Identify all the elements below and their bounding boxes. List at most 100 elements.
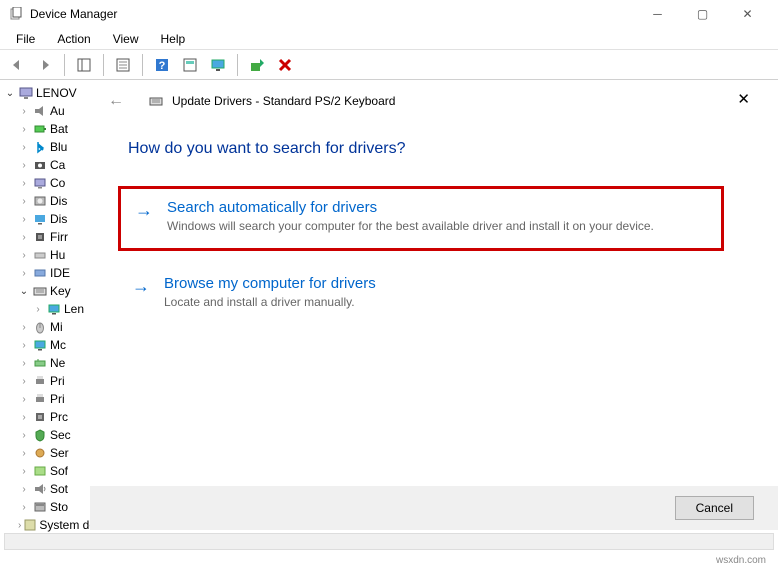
option-browse-computer[interactable]: → Browse my computer for drivers Locate … (118, 265, 724, 324)
chevron-icon[interactable]: › (18, 394, 30, 405)
tree-item[interactable]: ›Sec (4, 426, 90, 444)
option-title: Browse my computer for drivers (164, 275, 710, 292)
chevron-icon[interactable]: › (18, 106, 30, 117)
chevron-icon[interactable]: › (18, 484, 30, 495)
tree-item-label: Co (50, 176, 65, 190)
tree-item[interactable]: › Co (4, 174, 90, 192)
tree-item[interactable]: ›Sof (4, 462, 90, 480)
monitor-icon[interactable] (207, 54, 229, 76)
chevron-down-icon[interactable]: ⌄ (4, 88, 16, 99)
security-icon (32, 427, 48, 443)
forward-icon[interactable] (34, 54, 56, 76)
tree-item-label: Pri (50, 374, 65, 388)
menu-file[interactable]: File (6, 30, 45, 48)
tree-item[interactable]: › Len (4, 300, 90, 318)
option-title: Search automatically for drivers (167, 199, 707, 216)
chevron-icon[interactable]: › (18, 232, 30, 243)
chevron-icon[interactable]: › (18, 178, 30, 189)
battery-icon (32, 121, 48, 137)
tree-item[interactable]: › Pri (4, 372, 90, 390)
tree-item[interactable]: ›Dis (4, 192, 90, 210)
arrow-right-icon: → (132, 275, 150, 310)
tree-item-label: Mc (50, 338, 66, 352)
tree-item[interactable]: ›Ca (4, 156, 90, 174)
device-tree[interactable]: ⌄ LENOV ›Au›Bat›Blu›Ca›Co›Dis›Dis›Firr›H… (0, 80, 90, 548)
tree-item-label: Blu (50, 140, 67, 154)
tree-item-label: Mi (50, 320, 63, 334)
tree-item[interactable]: ›Prc (4, 408, 90, 426)
tree-item[interactable]: › Pri (4, 390, 90, 408)
chevron-icon[interactable]: › (18, 412, 30, 423)
dialog-question: How do you want to search for drivers? (128, 140, 738, 158)
tree-item-label: Au (50, 104, 65, 118)
tree-item-label: Key (50, 284, 71, 298)
chevron-icon[interactable]: › (18, 376, 30, 387)
chevron-icon[interactable]: › (18, 250, 30, 261)
chevron-icon[interactable]: › (18, 502, 30, 513)
option-desc: Windows will search your computer for th… (167, 218, 707, 234)
tree-item[interactable]: ›Sot (4, 480, 90, 498)
tree-item[interactable]: › Hu (4, 246, 90, 264)
system-icon (23, 517, 37, 533)
properties-icon[interactable] (112, 54, 134, 76)
tree-item-label: Pri (50, 392, 65, 406)
chevron-icon[interactable]: › (18, 124, 30, 135)
window-title: Device Manager (30, 7, 117, 21)
enable-icon[interactable] (246, 54, 268, 76)
cancel-button[interactable]: Cancel (675, 496, 754, 520)
chevron-right-icon[interactable]: › (18, 520, 21, 531)
tree-item[interactable]: ›Ser (4, 444, 90, 462)
tree-item[interactable]: ⌄ Key (4, 282, 90, 300)
horizontal-scrollbar[interactable] (4, 533, 774, 550)
tree-item[interactable]: › Au (4, 102, 90, 120)
chevron-icon[interactable]: › (32, 304, 44, 315)
tree-item[interactable]: › Mc (4, 336, 90, 354)
tree-item[interactable]: › Mi (4, 318, 90, 336)
chevron-icon[interactable]: › (18, 160, 30, 171)
close-button[interactable]: ✕ (725, 0, 770, 28)
option-desc: Locate and install a driver manually. (164, 294, 710, 310)
chevron-icon[interactable]: › (18, 466, 30, 477)
menu-action[interactable]: Action (47, 30, 100, 48)
tree-item-label: Hu (50, 248, 65, 262)
dialog-close-button[interactable]: ✕ (737, 90, 750, 108)
tree-item-label: IDE (50, 266, 70, 280)
tree-item[interactable]: › Dis (4, 210, 90, 228)
tree-item[interactable]: › System devices (4, 516, 90, 534)
tree-item-label: Len (64, 302, 84, 316)
chevron-icon[interactable]: › (18, 142, 30, 153)
hid-icon (32, 247, 48, 263)
back-icon[interactable] (6, 54, 28, 76)
uninstall-icon[interactable] (274, 54, 296, 76)
tree-root[interactable]: ⌄ LENOV (4, 84, 90, 102)
menu-help[interactable]: Help (151, 30, 196, 48)
help-icon[interactable]: ? (151, 54, 173, 76)
dialog-back-button[interactable]: ← (108, 92, 124, 110)
menu-view[interactable]: View (103, 30, 149, 48)
monitor-icon (32, 337, 48, 353)
tree-item[interactable]: ›Bat (4, 120, 90, 138)
show-hide-icon[interactable] (73, 54, 95, 76)
tree-item[interactable]: › Ne (4, 354, 90, 372)
chevron-icon[interactable]: › (18, 268, 30, 279)
menubar: File Action View Help (0, 28, 778, 50)
tree-item[interactable]: › Blu (4, 138, 90, 156)
maximize-button[interactable]: ▢ (680, 0, 725, 28)
chevron-icon[interactable]: › (18, 358, 30, 369)
tree-item[interactable]: ›Firr (4, 228, 90, 246)
chevron-icon[interactable]: › (18, 322, 30, 333)
minimize-button[interactable]: ─ (635, 0, 680, 28)
tree-item-label: Dis (50, 212, 67, 226)
chevron-icon[interactable]: › (18, 340, 30, 351)
chevron-icon[interactable]: ⌄ (18, 286, 30, 297)
option-search-automatically[interactable]: → Search automatically for drivers Windo… (118, 186, 724, 251)
chevron-icon[interactable]: › (18, 430, 30, 441)
chevron-icon[interactable]: › (18, 214, 30, 225)
tree-item-label: Ne (50, 356, 65, 370)
chevron-icon[interactable]: › (18, 196, 30, 207)
tree-item[interactable]: › IDE (4, 264, 90, 282)
tree-item[interactable]: ›Sto (4, 498, 90, 516)
watermark: wsxdn.com (716, 555, 766, 566)
chevron-icon[interactable]: › (18, 448, 30, 459)
scan-icon[interactable] (179, 54, 201, 76)
